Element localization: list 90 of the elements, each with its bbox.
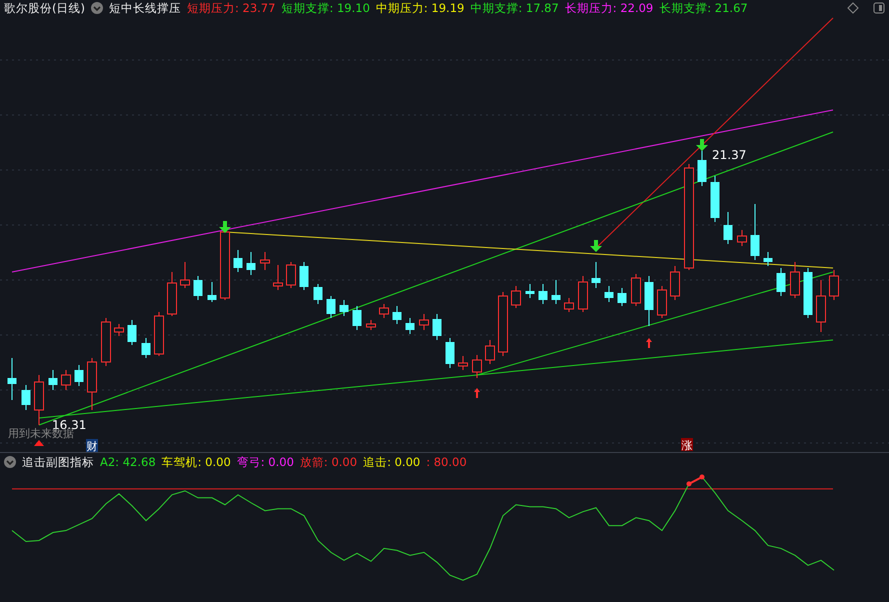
candlestick bbox=[326, 296, 336, 318]
candlestick bbox=[87, 358, 97, 410]
candlestick bbox=[737, 230, 747, 246]
candlestick bbox=[631, 274, 641, 306]
indicator-value: 中期压力: 19.19 bbox=[376, 0, 464, 16]
candlestick bbox=[458, 356, 468, 370]
candlestick bbox=[485, 340, 495, 364]
candlestick bbox=[552, 280, 560, 304]
indicator-value: 车驾机: 0.00 bbox=[162, 454, 231, 470]
indicator-value: 弯弓: 0.00 bbox=[236, 454, 294, 470]
candlestick bbox=[472, 354, 482, 378]
candlestick bbox=[286, 262, 296, 288]
sub-indicator-name: 追击副图指标 bbox=[22, 454, 94, 470]
diamond-icon[interactable] bbox=[847, 2, 859, 14]
candlestick bbox=[564, 298, 574, 312]
candlestick bbox=[246, 252, 256, 276]
indicator-value: 短期压力: 23.77 bbox=[186, 0, 276, 16]
candlestick bbox=[352, 306, 362, 330]
candlestick bbox=[446, 338, 454, 368]
candlestick bbox=[366, 320, 376, 330]
candlestick bbox=[74, 364, 84, 386]
candlestick bbox=[314, 284, 322, 304]
candlestick bbox=[260, 252, 270, 270]
candlestick bbox=[498, 292, 508, 356]
candlestick bbox=[34, 374, 44, 426]
panel-toggle-icon[interactable] bbox=[873, 2, 885, 14]
dropdown-icon[interactable] bbox=[90, 2, 103, 14]
candlestick bbox=[61, 370, 71, 390]
candlestick bbox=[644, 276, 654, 326]
candlestick bbox=[392, 306, 402, 324]
event-badge[interactable]: 涨 bbox=[681, 438, 693, 452]
dropdown-icon[interactable] bbox=[4, 456, 16, 468]
up-arrow-icon bbox=[646, 338, 652, 348]
event-badge[interactable]: 财 bbox=[86, 439, 98, 452]
candlestick bbox=[511, 286, 521, 308]
candlestick bbox=[670, 266, 680, 300]
candlestick bbox=[432, 314, 442, 340]
candlestick bbox=[750, 204, 760, 260]
candlestick bbox=[379, 304, 389, 318]
candlestick bbox=[234, 250, 242, 272]
indicator-value: 长期支撑: 21.67 bbox=[659, 0, 748, 16]
indicator-value: A2: 42.68 bbox=[100, 455, 156, 469]
indicator-name: 短中长线撑压 bbox=[108, 0, 181, 16]
signal-marker bbox=[686, 474, 704, 486]
candlestick bbox=[406, 318, 414, 334]
candlestick bbox=[790, 262, 800, 298]
indicator-value: 中期支撑: 17.87 bbox=[470, 0, 559, 16]
high-price-label: 21.37 bbox=[712, 148, 746, 162]
candlestick bbox=[154, 312, 164, 356]
candlestick bbox=[128, 320, 136, 346]
candlestick bbox=[526, 284, 534, 298]
indicator-value: 长期压力: 22.09 bbox=[564, 0, 654, 16]
down-arrow-icon bbox=[219, 221, 231, 233]
down-arrow-icon bbox=[696, 139, 708, 151]
candlestick bbox=[657, 286, 667, 318]
candlestick bbox=[8, 358, 16, 400]
indicator-value: 短期支撑: 19.10 bbox=[281, 0, 370, 16]
candlestick bbox=[776, 268, 786, 296]
candlestick bbox=[48, 370, 58, 390]
indicator-value: 追击: 0.00 bbox=[363, 454, 420, 470]
candlestick bbox=[180, 262, 190, 288]
down-arrow-icon bbox=[590, 240, 602, 252]
indicator-value: 放箭: 0.00 bbox=[300, 454, 358, 470]
candlestick bbox=[167, 272, 177, 316]
indicator-value: : 80.00 bbox=[426, 455, 467, 469]
candlestick bbox=[142, 338, 150, 358]
triangle-icon bbox=[34, 440, 44, 446]
up-arrow-icon bbox=[474, 388, 480, 398]
candlestick bbox=[618, 288, 626, 306]
candlestick bbox=[194, 276, 202, 300]
candlestick bbox=[273, 264, 283, 290]
candlestick bbox=[829, 270, 839, 300]
candlestick bbox=[592, 262, 600, 288]
candlestick bbox=[114, 324, 124, 336]
candlestick bbox=[698, 150, 706, 186]
candlestick bbox=[419, 314, 429, 330]
candlestick bbox=[604, 286, 614, 302]
candlestick bbox=[724, 212, 732, 244]
candlestick bbox=[816, 280, 826, 332]
candlestick bbox=[578, 276, 588, 312]
candlestick bbox=[710, 176, 720, 222]
candlestick bbox=[208, 282, 216, 302]
candlestick bbox=[22, 384, 30, 410]
candlestick bbox=[804, 268, 812, 318]
candlestick bbox=[101, 318, 111, 366]
candlestick bbox=[300, 262, 308, 290]
stock-title: 歌尔股份(日线) bbox=[4, 0, 85, 16]
candlestick bbox=[764, 252, 772, 266]
candlestick bbox=[340, 300, 348, 316]
candlestick bbox=[538, 284, 548, 304]
